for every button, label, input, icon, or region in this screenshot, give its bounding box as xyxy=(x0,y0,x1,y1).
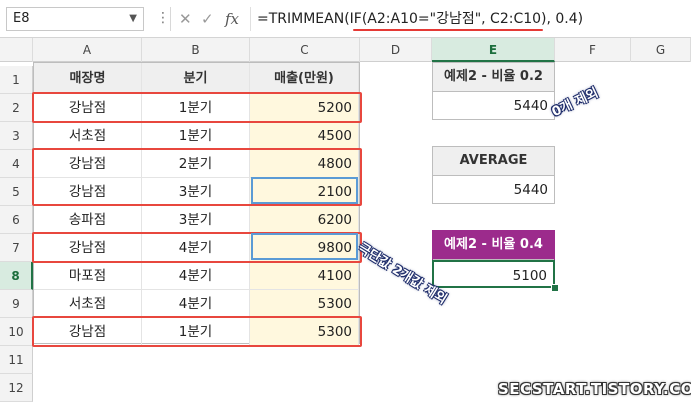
header-quarter[interactable]: 분기 xyxy=(142,63,250,94)
cell-quarter[interactable]: 4분기 xyxy=(142,290,250,318)
example-ratio-0.2-box: 예제2 - 비율 0.2 5440 xyxy=(432,62,555,120)
header-sales[interactable]: 매출(만원) xyxy=(250,63,359,94)
select-all-corner[interactable] xyxy=(0,38,33,62)
enter-icon[interactable]: ✓ xyxy=(201,7,214,31)
formula-buttons: ✕ ✓ fx xyxy=(170,7,246,31)
column-header-c[interactable]: C xyxy=(250,38,360,62)
column-header-b[interactable]: B xyxy=(142,38,250,62)
average-value[interactable]: 5440 xyxy=(433,176,554,204)
formula-prefix: =TRIMMEAN( xyxy=(257,11,350,27)
insert-function-icon[interactable]: fx xyxy=(225,7,239,31)
row-header-5[interactable]: 5 xyxy=(0,178,33,206)
column-headers: A B C D E F G xyxy=(0,38,691,62)
row-header-11[interactable]: 11 xyxy=(0,346,33,374)
formula-underline-mark xyxy=(353,29,543,31)
row-header-12[interactable]: 12 xyxy=(0,374,33,402)
formula-input[interactable]: =TRIMMEAN(IF(A2:A10="강남점", C2:C10), 0.4) xyxy=(250,7,691,31)
highlight-row-10 xyxy=(32,316,362,347)
formula-suffix: , 0.4) xyxy=(546,11,584,27)
cell-sales[interactable]: 4100 xyxy=(250,262,359,290)
average-box: AVERAGE 5440 xyxy=(432,146,555,204)
name-box-value: E8 xyxy=(13,11,30,26)
row-header-6[interactable]: 6 xyxy=(0,206,33,234)
cell-store[interactable]: 서초점 xyxy=(34,290,142,318)
row-header-2[interactable]: 2 xyxy=(0,94,33,122)
cancel-icon[interactable]: ✕ xyxy=(179,7,192,31)
cell-sales[interactable]: 6200 xyxy=(250,206,359,234)
row-header-9[interactable]: 9 xyxy=(0,290,33,318)
cell-sales[interactable]: 5300 xyxy=(250,290,359,318)
row-header-1[interactable]: 1 xyxy=(0,66,33,94)
excluded-max-marker xyxy=(251,233,358,260)
column-header-d[interactable]: D xyxy=(360,38,432,62)
annotation-zero-excluded: 0개 제외 xyxy=(549,85,601,121)
example-ratio-0.2-value[interactable]: 5440 xyxy=(433,92,554,120)
more-options-icon[interactable]: ⋮ xyxy=(156,8,170,28)
cell-store[interactable]: 마포점 xyxy=(34,262,142,290)
cell-quarter[interactable]: 1분기 xyxy=(142,122,250,150)
cell-sales[interactable]: 4500 xyxy=(250,122,359,150)
cell-quarter[interactable]: 4분기 xyxy=(142,262,250,290)
row-header-8[interactable]: 8 xyxy=(0,262,33,290)
example-ratio-0.4-box: 예제2 - 비율 0.4 5100 xyxy=(432,230,555,288)
row-header-10[interactable]: 10 xyxy=(0,318,33,346)
cell-store[interactable]: 송파점 xyxy=(34,206,142,234)
formula-bar: E8 ▼ ⋮ ✕ ✓ fx =TRIMMEAN(IF(A2:A10="강남점",… xyxy=(0,0,691,38)
example-ratio-0.2-header[interactable]: 예제2 - 비율 0.2 xyxy=(433,63,554,92)
column-header-e[interactable]: E xyxy=(432,38,555,62)
cell-store[interactable]: 서초점 xyxy=(34,122,142,150)
name-box[interactable]: E8 ▼ xyxy=(6,7,144,31)
watermark: SECSTART.TISTORY.COM xyxy=(498,380,691,398)
row-header-7[interactable]: 7 xyxy=(0,234,33,262)
average-header[interactable]: AVERAGE xyxy=(433,147,554,176)
highlight-row-2 xyxy=(32,92,362,123)
fill-handle[interactable] xyxy=(551,284,559,292)
cell-quarter[interactable]: 3분기 xyxy=(142,206,250,234)
column-header-a[interactable]: A xyxy=(33,38,142,62)
chevron-down-icon[interactable]: ▼ xyxy=(129,8,137,30)
row-header-3[interactable]: 3 xyxy=(0,122,33,150)
header-store[interactable]: 매장명 xyxy=(34,63,142,94)
example-ratio-0.4-value[interactable]: 5100 xyxy=(432,260,555,288)
formula-highlight: IF(A2:A10="강남점", C2:C10) xyxy=(349,11,547,27)
column-header-g[interactable]: G xyxy=(631,38,691,62)
excluded-min-marker xyxy=(251,177,358,204)
row-header-4[interactable]: 4 xyxy=(0,150,33,178)
column-header-f[interactable]: F xyxy=(555,38,631,62)
example-ratio-0.4-header[interactable]: 예제2 - 비율 0.4 xyxy=(433,231,554,260)
